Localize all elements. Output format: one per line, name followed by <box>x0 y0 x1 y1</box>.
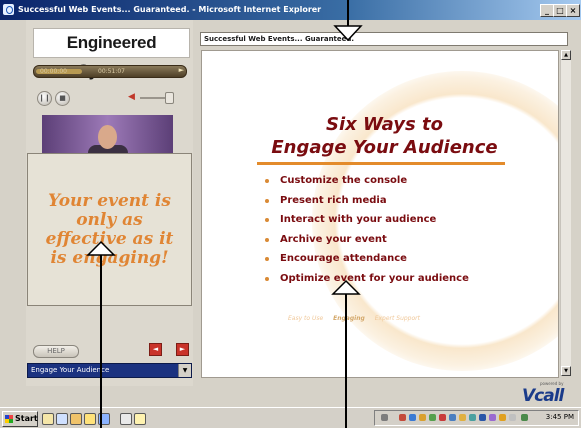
up-arrow-icon-left <box>86 240 116 256</box>
down-arrow-icon <box>333 25 363 42</box>
up-arrow-icon-center <box>331 279 361 295</box>
annotation-overlay <box>86 0 363 428</box>
